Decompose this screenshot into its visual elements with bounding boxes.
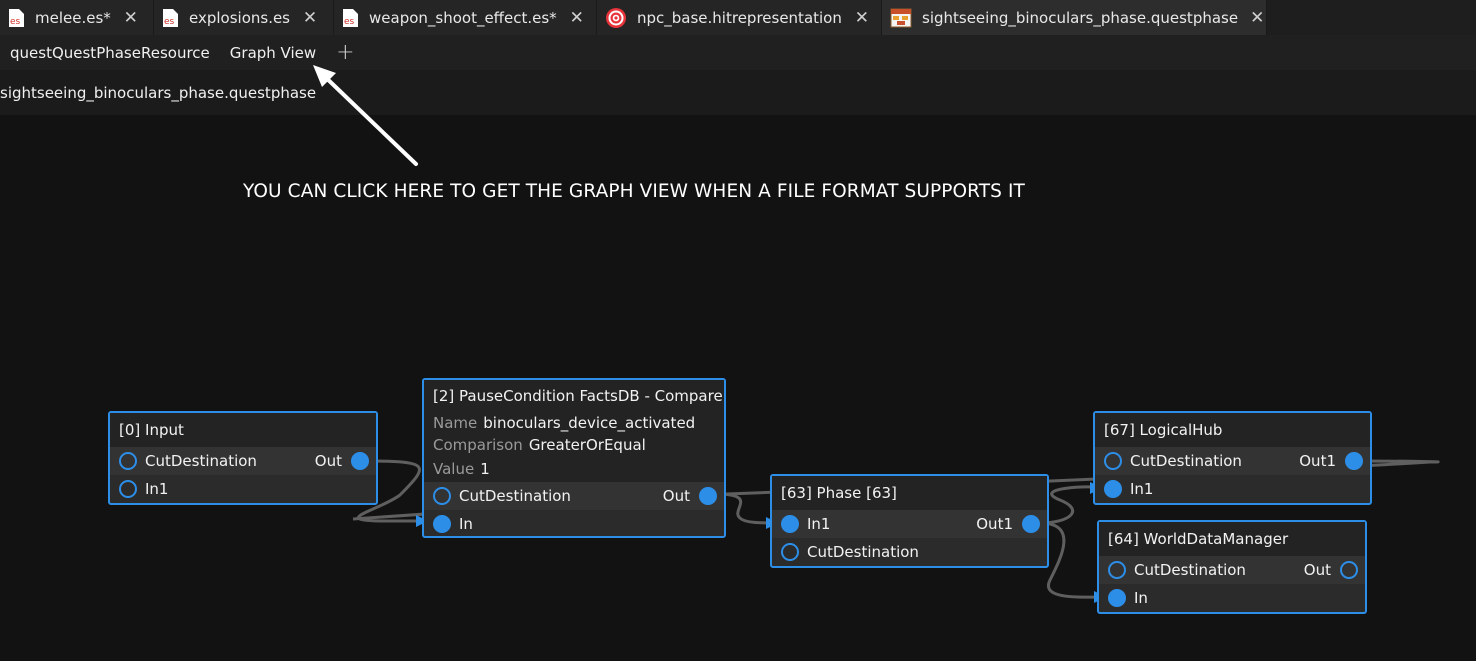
file-path: sightseeing_binoculars_phase.questphase	[0, 83, 317, 102]
port-label: Out	[314, 452, 342, 470]
node-property: Comparison GreaterOrEqual	[424, 434, 724, 456]
port-label: CutDestination	[1134, 561, 1246, 579]
port-label: CutDestination	[807, 543, 919, 561]
annotation-text: YOU CAN CLICK HERE TO GET THE GRAPH VIEW…	[243, 181, 1025, 202]
svg-text:es: es	[344, 17, 355, 27]
graph-view-button[interactable]: Graph View	[230, 44, 316, 62]
tab-label: melee.es*	[35, 8, 111, 27]
tab-label: sightseeing_binoculars_phase.questphase	[922, 8, 1239, 27]
node-pause-condition[interactable]: [2] PauseCondition FactsDB - Compare Nam…	[422, 378, 726, 538]
es-file-icon: es	[8, 8, 25, 28]
svg-text:es: es	[10, 17, 21, 27]
node-title: [0] Input	[110, 413, 376, 447]
node-title: [63] Phase [63]	[772, 476, 1047, 510]
node-port-row: In1	[1095, 475, 1370, 503]
property-key: Comparison	[433, 436, 523, 454]
tab-sightseeing[interactable]: sightseeing_binoculars_phase.questphase …	[882, 0, 1267, 35]
tab-melee[interactable]: es melee.es* ✕	[0, 0, 154, 35]
file-path-bar: sightseeing_binoculars_phase.questphase	[0, 70, 1476, 115]
tab-npc-base[interactable]: npc_base.hitrepresentation ✕	[597, 0, 882, 35]
node-port-row: CutDestination Out1	[1095, 447, 1370, 475]
cut-destination-pin[interactable]	[781, 543, 799, 561]
port-label: In	[1134, 589, 1148, 607]
node-port-row: CutDestination	[772, 538, 1047, 566]
port-label: Out	[1303, 561, 1331, 579]
node-title: [67] LogicalHub	[1095, 413, 1370, 447]
property-key: Name	[433, 414, 478, 432]
port-label: In	[459, 515, 473, 533]
node-port-row: In1 Out1	[772, 510, 1047, 538]
node-logical-hub[interactable]: [67] LogicalHub CutDestination Out1 In1	[1093, 411, 1372, 505]
in1-pin[interactable]	[119, 480, 137, 498]
property-key: Value	[433, 460, 475, 478]
port-label: CutDestination	[459, 487, 571, 505]
cut-destination-pin[interactable]	[1104, 452, 1122, 470]
node-title: [64] WorldDataManager	[1099, 522, 1365, 556]
out-pin[interactable]	[699, 487, 717, 505]
in1-pin[interactable]	[781, 515, 799, 533]
in-pin[interactable]	[1108, 589, 1126, 607]
node-phase[interactable]: [63] Phase [63] In1 Out1 CutDestination	[770, 474, 1049, 568]
out-pin[interactable]	[1340, 561, 1358, 579]
add-view-icon[interactable]: +	[336, 40, 354, 65]
close-icon[interactable]: ✕	[1250, 8, 1264, 28]
property-value: 1	[480, 460, 490, 478]
in-pin[interactable]	[433, 515, 451, 533]
property-value: binoculars_device_activated	[483, 414, 696, 432]
close-icon[interactable]: ✕	[302, 8, 318, 28]
target-icon	[605, 7, 627, 28]
close-icon[interactable]: ✕	[854, 8, 870, 28]
node-world-data-manager[interactable]: [64] WorldDataManager CutDestination Out…	[1097, 520, 1367, 614]
close-icon[interactable]: ✕	[569, 8, 585, 28]
svg-text:es: es	[164, 17, 175, 27]
port-label: Out1	[1299, 452, 1336, 470]
tab-explosions[interactable]: es explosions.es ✕	[154, 0, 334, 35]
port-label: In1	[145, 480, 169, 498]
node-property: Value 1	[424, 456, 724, 482]
port-label: In1	[1130, 480, 1154, 498]
node-input[interactable]: [0] Input CutDestination Out In1	[108, 411, 378, 505]
out-pin[interactable]	[351, 452, 369, 470]
property-value: GreaterOrEqual	[528, 436, 646, 454]
tab-weapon-shoot-effect[interactable]: es weapon_shoot_effect.es* ✕	[334, 0, 597, 35]
cut-destination-pin[interactable]	[119, 452, 137, 470]
port-label: Out	[662, 487, 690, 505]
out1-pin[interactable]	[1345, 452, 1363, 470]
view-toolbar: questQuestPhaseResource Graph View +	[0, 35, 1476, 70]
out1-pin[interactable]	[1022, 515, 1040, 533]
node-port-row: In	[424, 510, 724, 538]
port-label: In1	[807, 515, 831, 533]
questphase-icon	[890, 8, 912, 28]
tab-bar: es melee.es* ✕ es explosions.es ✕ es wea…	[0, 0, 1476, 35]
node-port-row: CutDestination Out	[424, 482, 724, 510]
es-file-icon: es	[342, 8, 359, 28]
tab-label: weapon_shoot_effect.es*	[369, 8, 557, 27]
tab-label: explosions.es	[189, 8, 291, 27]
in1-pin[interactable]	[1104, 480, 1122, 498]
node-port-row: CutDestination Out	[110, 447, 376, 475]
node-port-row: CutDestination Out	[1099, 556, 1365, 584]
node-port-row: In	[1099, 584, 1365, 612]
node-title: [2] PauseCondition FactsDB - Compare	[424, 380, 724, 412]
node-port-row: In1	[110, 475, 376, 503]
resource-view-button[interactable]: questQuestPhaseResource	[10, 44, 210, 62]
port-label: Out1	[976, 515, 1013, 533]
cut-destination-pin[interactable]	[433, 487, 451, 505]
es-file-icon: es	[162, 8, 179, 28]
node-property: Name binoculars_device_activated	[424, 412, 724, 434]
port-label: CutDestination	[1130, 452, 1242, 470]
close-icon[interactable]: ✕	[123, 8, 139, 28]
tab-label: npc_base.hitrepresentation	[637, 8, 842, 27]
cut-destination-pin[interactable]	[1108, 561, 1126, 579]
port-label: CutDestination	[145, 452, 257, 470]
